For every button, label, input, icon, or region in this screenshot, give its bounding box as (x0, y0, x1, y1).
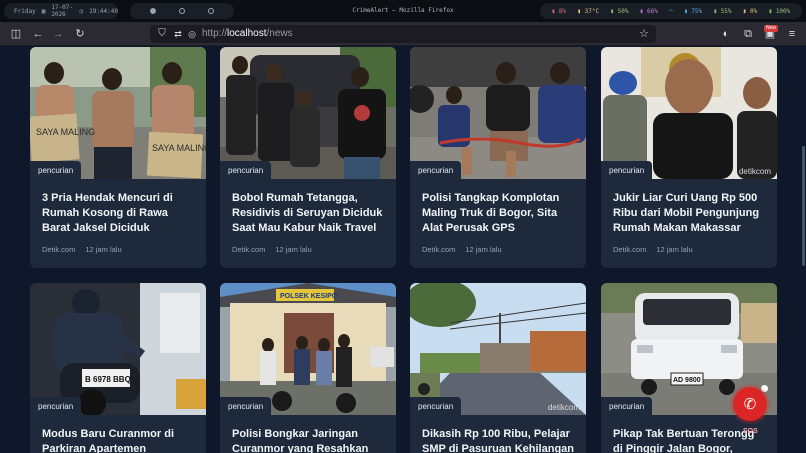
news-thumbnail[interactable]: B 6978 BBQ pencurian (30, 283, 206, 415)
category-tag: pencurian (220, 161, 272, 179)
calendar-icon: ▦ (41, 7, 46, 15)
sidebar-toggle-icon[interactable]: ◫ (8, 26, 24, 42)
news-title[interactable]: Dikasih Rp 100 Ribu, Pelajar SMP di Pasu… (410, 415, 586, 453)
cpu-stat: ▮ 8% (551, 7, 567, 15)
category-tag: pencurian (601, 161, 653, 179)
phone-icon: ✆ (743, 396, 757, 413)
mic-stat: ▮ 0% (742, 7, 758, 15)
news-title[interactable]: Modus Baru Curanmor di Parkiran Aparteme… (30, 415, 206, 453)
shield-icon[interactable]: ⛉ (154, 26, 170, 42)
news-meta: Detik.com 12 jam lalu (30, 237, 206, 254)
news-time: 12 jam lalu (656, 245, 693, 254)
truck-plate: AD 9800 (673, 377, 701, 384)
scrollbar-thumb[interactable] (802, 146, 805, 266)
news-time: 12 jam lalu (465, 245, 502, 254)
news-source: Detik.com (613, 245, 647, 254)
news-thumbnail[interactable]: detikcom pencurian (410, 283, 586, 415)
news-meta: Detik.com 12 jam lalu (220, 237, 396, 254)
news-card[interactable]: detikcom pencurian Jukir Liar Curi Uang … (601, 47, 777, 268)
station-sign: POLSEK KESIPO (280, 293, 338, 300)
news-grid: SAYA MALING SAYA MALING pencurian 3 Pria… (0, 46, 806, 453)
window-title: CrimeAlert — Mozilla Firefox (352, 7, 454, 14)
system-top-bar: Friday ▦ 17-07-2026 ◷ 19:44:40 CrimeAler… (0, 0, 806, 22)
clock-icon: ◷ (79, 7, 84, 15)
back-icon[interactable]: ← (30, 26, 46, 42)
category-tag: pencurian (410, 397, 462, 415)
news-time: 12 jam lalu (275, 245, 312, 254)
sos-label: SOS (743, 428, 758, 435)
news-thumbnail[interactable]: pencurian (410, 47, 586, 179)
news-card[interactable]: detikcom pencurian Dikasih Rp 100 Ribu, … (410, 283, 586, 453)
sos-button[interactable]: ✆ (733, 387, 767, 421)
browser-toolbar: ◫ ← → ↻ ⛉ ⇄ ◎ http://localhost/news ☆ ◐ … (0, 22, 806, 46)
news-thumbnail[interactable]: pencurian (220, 47, 396, 179)
image-watermark: detikcom (738, 167, 771, 176)
news-thumbnail[interactable]: detikcom pencurian (601, 47, 777, 179)
news-card[interactable]: B 6978 BBQ pencurian Modus Baru Curanmor… (30, 283, 206, 453)
new-badge: New (764, 25, 778, 32)
news-title[interactable]: 3 Pria Hendak Mencuri di Rumah Kosong di… (30, 179, 206, 237)
news-thumbnail[interactable]: POLSEK KESIPO pencurian (220, 283, 396, 415)
sos-indicator-dot (761, 385, 768, 392)
memory-stat: ▮ 50% (610, 7, 629, 15)
category-tag: pencurian (30, 161, 82, 179)
location-icon[interactable]: ◎ (184, 26, 200, 42)
news-title[interactable]: Bobol Rumah Tetangga, Residivis di Seruy… (220, 179, 396, 237)
news-title[interactable]: Polisi Tangkap Komplotan Maling Truk di … (410, 179, 586, 237)
news-meta: Detik.com 12 jam lalu (601, 237, 777, 254)
news-card[interactable]: pencurian Polisi Tangkap Komplotan Malin… (410, 47, 586, 268)
reload-icon[interactable]: ↻ (72, 26, 88, 42)
news-title[interactable]: Jukir Liar Curi Uang Rp 500 Ribu dari Mo… (601, 179, 777, 237)
extensions-puzzle-icon[interactable]: ⧉ (740, 26, 756, 42)
image-watermark: detikcom (547, 403, 580, 412)
news-card[interactable]: POLSEK KESIPO pencurian Polisi Bongkar J… (220, 283, 396, 453)
brightness-stat: ▮ 75% (684, 7, 703, 15)
bookmark-star-icon[interactable]: ☆ (636, 26, 652, 42)
category-tag: pencurian (30, 397, 82, 415)
temp-stat: ▮ 37°C (577, 7, 600, 15)
news-card[interactable]: SAYA MALING SAYA MALING pencurian 3 Pria… (30, 47, 206, 268)
workspace-3-dot[interactable] (208, 8, 214, 14)
time-value: 19:44:40 (89, 7, 118, 15)
url-text[interactable]: http://localhost/news (202, 28, 293, 39)
news-title[interactable]: Polisi Bongkar Jaringan Curanmor yang Re… (220, 415, 396, 453)
news-card[interactable]: pencurian Bobol Rumah Tetangga, Residivi… (220, 47, 396, 268)
volume-stat: ▮ 55% (713, 7, 732, 15)
category-tag: pencurian (220, 397, 272, 415)
date-time-widget: Friday ▦ 17-07-2026 ◷ 19:44:40 (4, 3, 118, 19)
date-day: Friday (14, 7, 36, 15)
workspace-switcher[interactable] (130, 3, 234, 19)
news-meta: Detik.com 12 jam lalu (410, 237, 586, 254)
extension-icon[interactable]: ◐ (718, 26, 734, 42)
battery-stat: ▮ 100% (768, 7, 791, 15)
workspace-2-dot[interactable] (179, 8, 185, 14)
system-stats: ▮ 8% ▮ 37°C ▮ 50% ▮ 66% ◠ ▮ 75% ▮ 55% ▮ … (540, 3, 802, 19)
sign-text-1: SAYA MALING (36, 127, 95, 137)
disk-stat: ▮ 66% (639, 7, 658, 15)
news-source: Detik.com (42, 245, 76, 254)
news-thumbnail[interactable]: SAYA MALING SAYA MALING pencurian (30, 47, 206, 179)
news-source: Detik.com (232, 245, 266, 254)
forward-icon[interactable]: → (50, 26, 66, 42)
workspace-1-dot[interactable] (150, 8, 156, 14)
category-tag: pencurian (601, 397, 653, 415)
news-time: 12 jam lalu (85, 245, 122, 254)
wifi-icon: ◠ (669, 7, 673, 15)
news-source: Detik.com (422, 245, 456, 254)
date-value: 17-07-2026 (51, 4, 73, 18)
sign-text-2: SAYA MALING (152, 143, 206, 153)
url-bar[interactable]: ⛉ ⇄ ◎ http://localhost/news ☆ (150, 25, 656, 43)
license-plate: B 6978 BBQ (85, 375, 131, 384)
menu-hamburger-icon[interactable]: ≡ (784, 26, 800, 42)
category-tag: pencurian (410, 161, 462, 179)
